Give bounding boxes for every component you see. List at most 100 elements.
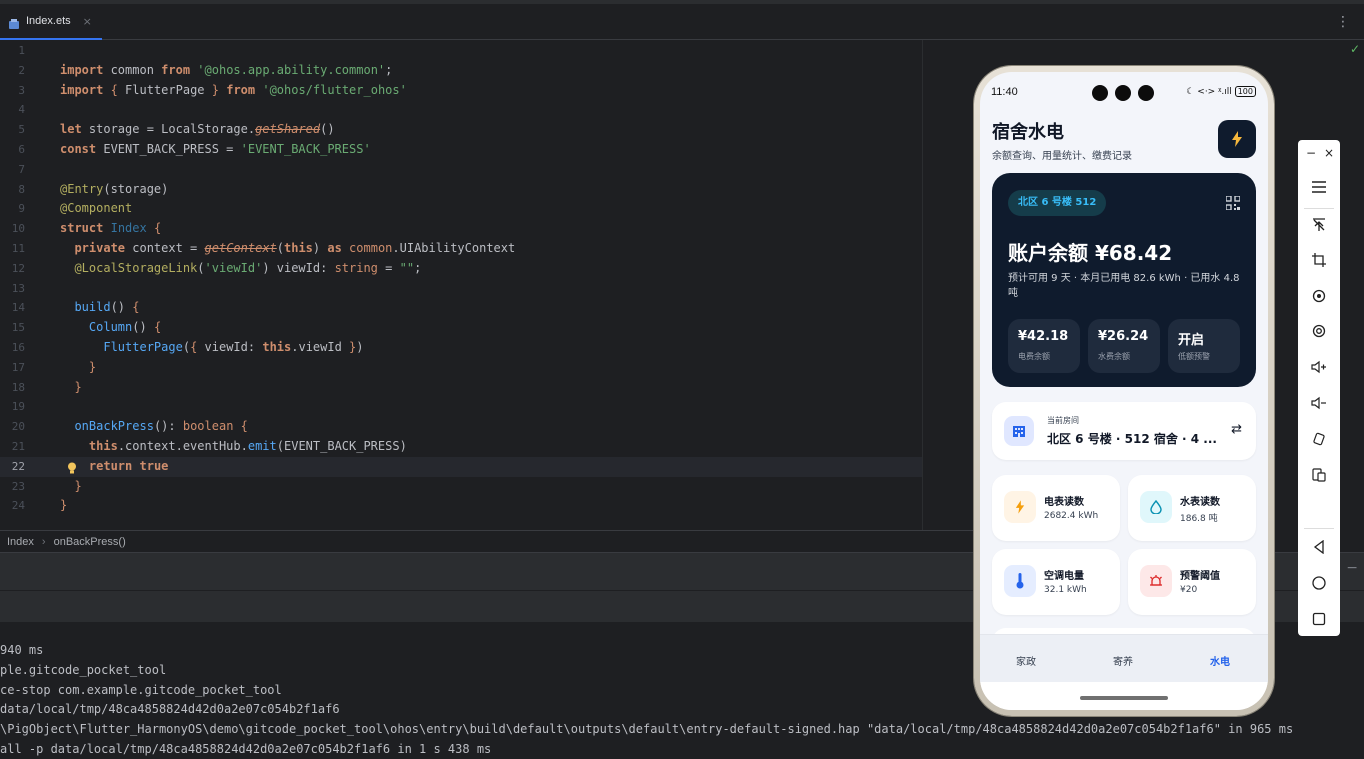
pin-top-icon[interactable] — [1298, 210, 1340, 240]
nav-item-utilities[interactable]: 水电 — [1210, 653, 1230, 668]
line-number[interactable]: 7 — [0, 160, 25, 180]
line-number[interactable]: 11 — [0, 239, 25, 259]
breadcrumb-item-onbackpress[interactable]: onBackPress() — [54, 536, 126, 548]
breadcrumb-item-index[interactable]: Index — [7, 536, 34, 548]
electric-balance-chip[interactable]: ¥42.18 电费余额 — [1008, 319, 1080, 373]
room-chip[interactable]: 北区 6 号楼 512 — [1008, 190, 1107, 216]
code-line[interactable]: 22 return true — [0, 456, 922, 477]
code-line[interactable]: 20 onBackPress(): boolean { — [0, 417, 922, 437]
line-number[interactable]: 19 — [0, 397, 25, 417]
code-text[interactable]: @LocalStorageLink('viewId') viewId: stri… — [60, 259, 421, 279]
emulator-minimize-button[interactable]: − — [1306, 146, 1316, 160]
swap-room-icon[interactable]: ⇄ — [1231, 422, 1242, 437]
screenshot-icon[interactable] — [1298, 316, 1340, 346]
recents-square-icon[interactable] — [1298, 604, 1340, 634]
code-text[interactable]: @Entry(storage) — [60, 180, 168, 200]
line-number[interactable]: 18 — [0, 378, 25, 398]
code-text[interactable]: Column() { — [60, 318, 161, 338]
code-text[interactable]: } — [60, 378, 81, 398]
code-line[interactable]: 2 import common from '@ohos.app.ability.c… — [0, 61, 922, 81]
line-number[interactable]: 9 — [0, 199, 25, 219]
home-circle-icon[interactable] — [1298, 568, 1340, 598]
code-text[interactable]: onBackPress(): boolean { — [60, 417, 247, 437]
water-balance-chip[interactable]: ¥26.24 水费余额 — [1088, 319, 1160, 373]
line-number[interactable]: 20 — [0, 417, 25, 437]
code-line[interactable]: 24} — [0, 496, 922, 516]
meter-tile[interactable]: 预警阈值 ¥20 — [1128, 549, 1256, 615]
code-line[interactable]: 7 — [0, 160, 922, 180]
code-line[interactable]: 10 struct Index { — [0, 219, 922, 239]
meter-tile[interactable]: 电表读数 2682.4 kWh — [992, 475, 1120, 541]
volume-up-icon[interactable] — [1298, 352, 1340, 382]
code-text[interactable]: } — [60, 358, 96, 378]
code-line[interactable]: 4 — [0, 100, 922, 120]
meter-tile[interactable]: 空调电量 32.1 kWh — [992, 549, 1120, 615]
line-number[interactable]: 17 — [0, 358, 25, 378]
code-text[interactable]: struct Index { — [60, 219, 161, 239]
inspection-ok-icon[interactable]: ✓ — [1350, 42, 1360, 56]
code-text[interactable]: private context = getContext(this) as co… — [60, 239, 515, 259]
code-text[interactable]: import { FlutterPage } from '@ohos/flutt… — [60, 81, 407, 101]
phone-screen[interactable]: 11:40 ☾ <·> ᵡ.ıll 100 宿舍水电 余额查询、用量统计、缴费记… — [980, 72, 1268, 710]
code-line[interactable]: 13 — [0, 279, 922, 299]
code-line[interactable]: 16 FlutterPage({ viewId: this.viewId }) — [0, 338, 922, 358]
code-line[interactable]: 23 } — [0, 477, 922, 497]
line-number[interactable]: 16 — [0, 338, 25, 358]
line-number[interactable]: 23 — [0, 477, 25, 497]
code-text[interactable]: @Component — [60, 199, 132, 219]
emulator-close-button[interactable]: × — [1324, 146, 1334, 160]
line-number[interactable]: 8 — [0, 180, 25, 200]
home-indicator[interactable] — [1080, 696, 1168, 700]
meter-tile[interactable]: 水表读数 186.8 吨 — [1128, 475, 1256, 541]
fold-device-icon[interactable] — [1298, 460, 1340, 490]
nav-item-foster[interactable]: 寄养 — [1113, 653, 1133, 668]
line-number[interactable]: 15 — [0, 318, 25, 338]
nav-item-housekeeping[interactable]: 家政 — [1016, 653, 1036, 668]
code-line[interactable]: 15 Column() { — [0, 318, 922, 338]
crop-icon[interactable] — [1298, 245, 1340, 275]
code-line[interactable]: 3 import { FlutterPage } from '@ohos/flut… — [0, 81, 922, 101]
shake-icon[interactable] — [1298, 424, 1340, 454]
code-line[interactable]: 11 private context = getContext(this) as… — [0, 239, 922, 259]
code-line[interactable]: 6 const EVENT_BACK_PRESS = 'EVENT_BACK_PR… — [0, 140, 922, 160]
rotate-icon[interactable] — [1298, 281, 1340, 311]
more-options-icon[interactable]: ⋮ — [1336, 14, 1350, 30]
code-editor[interactable]: 1 2 import common from '@ohos.app.ability.… — [0, 40, 922, 530]
code-line[interactable]: 8 @Entry(storage) — [0, 180, 922, 200]
line-number[interactable]: 4 — [0, 100, 25, 120]
line-number[interactable]: 2 — [0, 61, 25, 81]
line-number[interactable]: 10 — [0, 219, 25, 239]
intention-bulb-icon[interactable] — [67, 461, 77, 474]
code-line[interactable]: 17 } — [0, 358, 922, 378]
code-line[interactable]: 5 let storage = LocalStorage.getShared() — [0, 120, 922, 140]
line-number[interactable]: 3 — [0, 81, 25, 101]
balance-card[interactable]: 北区 6 号楼 512 账户余额 ¥68.42 预计可用 9 天 · 本月已用电… — [992, 173, 1256, 387]
code-text[interactable]: let storage = LocalStorage.getShared() — [60, 120, 335, 140]
line-number[interactable]: 5 — [0, 120, 25, 140]
code-text[interactable]: const EVENT_BACK_PRESS = 'EVENT_BACK_PRE… — [60, 140, 371, 160]
line-number[interactable]: 1 — [0, 41, 25, 61]
current-room-card[interactable]: 当前房间 北区 6 号楼 · 512 宿舍 · 4 ... ⇄ — [992, 402, 1256, 460]
line-number[interactable]: 14 — [0, 298, 25, 318]
volume-down-icon[interactable] — [1298, 388, 1340, 418]
line-number[interactable]: 24 — [0, 496, 25, 516]
code-line[interactable]: 9 @Component — [0, 199, 922, 219]
back-triangle-icon[interactable] — [1298, 532, 1340, 562]
power-action-button[interactable] — [1218, 120, 1256, 158]
code-line[interactable]: 12 @LocalStorageLink('viewId') viewId: s… — [0, 259, 922, 279]
code-line[interactable]: 19 — [0, 397, 922, 417]
code-text[interactable]: } — [60, 496, 67, 516]
code-text[interactable]: import common from '@ohos.app.ability.co… — [60, 61, 392, 81]
code-text[interactable]: build() { — [60, 298, 139, 318]
low-balance-alert-chip[interactable]: 开启 低额预警 — [1168, 319, 1240, 373]
code-text[interactable]: this.context.eventHub.emit(EVENT_BACK_PR… — [60, 437, 407, 457]
line-number[interactable]: 6 — [0, 140, 25, 160]
line-number[interactable]: 21 — [0, 437, 25, 457]
code-line[interactable]: 21 this.context.eventHub.emit(EVENT_BACK… — [0, 437, 922, 457]
line-number[interactable]: 13 — [0, 279, 25, 299]
tab-index-ets[interactable]: Index.ets × — [0, 4, 102, 40]
line-number[interactable]: 22 — [0, 457, 25, 477]
code-line[interactable]: 14 build() { — [0, 298, 922, 318]
code-text[interactable]: FlutterPage({ viewId: this.viewId }) — [60, 338, 363, 358]
qr-code-icon[interactable] — [1225, 195, 1241, 214]
